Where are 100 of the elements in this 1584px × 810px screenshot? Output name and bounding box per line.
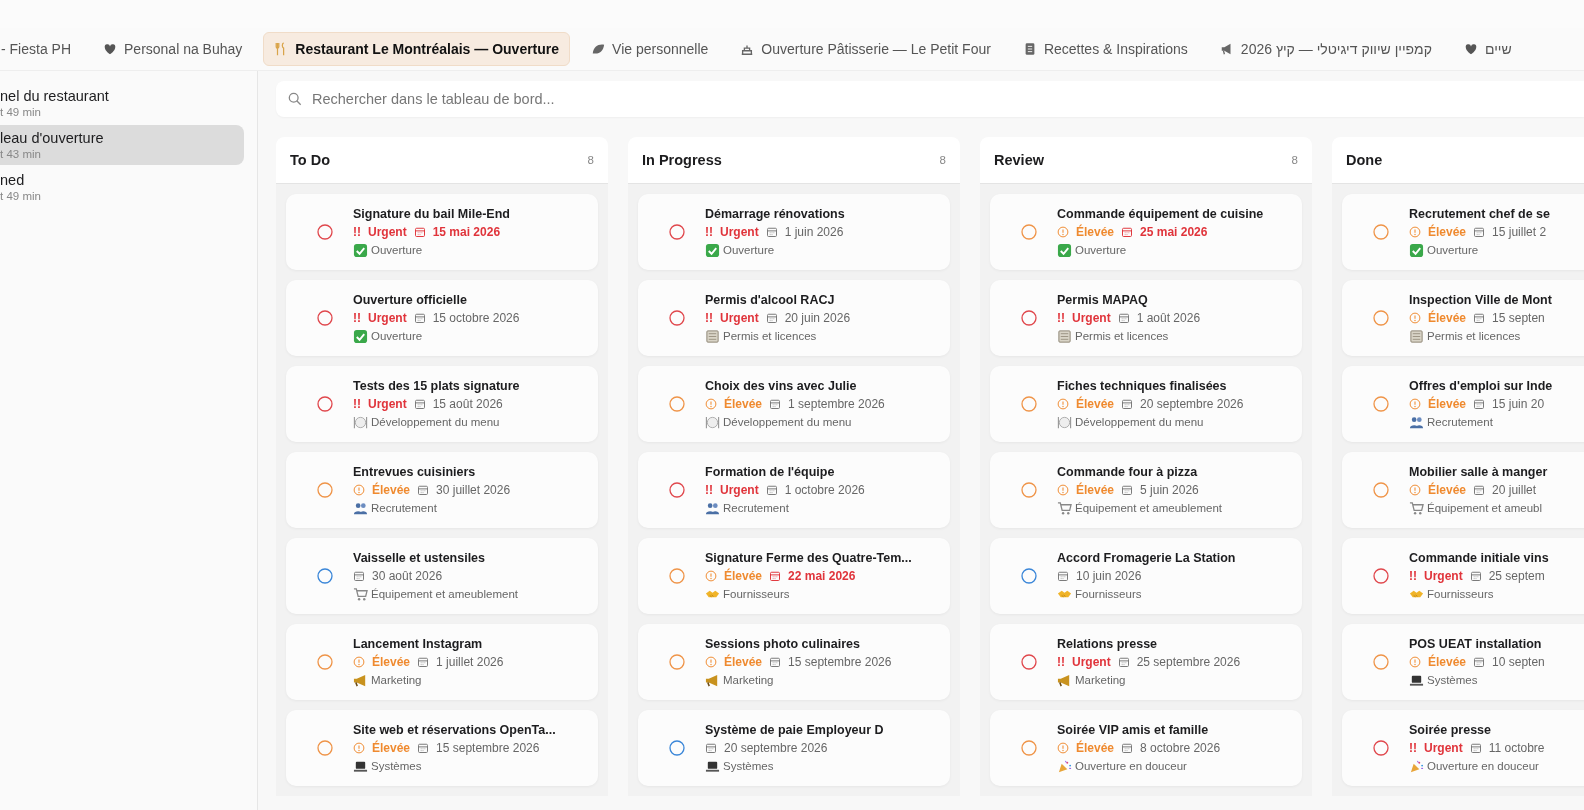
tab[interactable]: שיים — [1453, 32, 1523, 66]
status-circle[interactable] — [669, 654, 685, 670]
due-date: 20 juillet — [1492, 482, 1537, 497]
status-circle[interactable] — [669, 396, 685, 412]
task-title: Mobilier salle à manger — [1409, 464, 1548, 479]
status-circle[interactable] — [1021, 654, 1037, 670]
status-circle[interactable] — [317, 482, 333, 498]
due-date: 30 août 2026 — [372, 568, 443, 583]
task-card[interactable]: Mobilier salle à manger Élevée 20 juillet Équipement et ameubl — [1342, 452, 1584, 528]
status-circle[interactable] — [669, 310, 685, 326]
urgent-mark: !! — [1057, 654, 1065, 669]
task-card[interactable]: Soirée VIP amis et famille Élevée 8 octobre 2026 Ouverture en douceur — [990, 710, 1302, 786]
task-card[interactable]: Commande initiale vins !! Urgent 25 septem Fournisseurs — [1342, 538, 1584, 614]
due-date: 20 septembre 2026 — [724, 740, 828, 755]
status-circle[interactable] — [317, 740, 333, 756]
status-circle[interactable] — [317, 310, 333, 326]
task-card[interactable]: Tests des 15 plats signature !! Urgent 15 août 2026 Développement du menu — [286, 366, 598, 442]
task-card[interactable]: Système de paie Employeur D 20 septembre 2026 Systèmes — [638, 710, 950, 786]
task-count: 8 — [939, 154, 946, 166]
task-title: Commande équipement de cuisine — [1057, 206, 1264, 221]
tab[interactable]: Restaurant Le Montréalais — Ouverture — [263, 32, 571, 66]
status-circle[interactable] — [1021, 396, 1037, 412]
task-card[interactable]: Lancement Instagram Élevée 1 juillet 2026 Marketing — [286, 624, 598, 700]
tab[interactable]: Vie personnelle — [580, 32, 720, 66]
plate-icon — [1057, 414, 1072, 430]
category-label: Recrutement — [371, 502, 437, 514]
task-card[interactable]: Choix des vins avec Julie Élevée 1 septembre 2026 Développement du menu — [638, 366, 950, 442]
task-card[interactable]: Vaisselle et ustensiles 30 août 2026 Équipement et ameublement — [286, 538, 598, 614]
priority-label: Élevée — [1076, 482, 1115, 497]
priority-label: Urgent — [720, 482, 759, 497]
due-date: 1 juillet 2026 — [436, 654, 504, 669]
category-label: Systèmes — [723, 760, 774, 772]
due-date: 1 juin 2026 — [784, 224, 844, 239]
item-meta: t 43 min — [0, 148, 42, 160]
category-label: Développement du menu — [1075, 416, 1204, 428]
status-circle[interactable] — [669, 224, 685, 240]
task-card[interactable]: Inspection Ville de Mont Élevée 15 septen Permis et licences — [1342, 280, 1584, 356]
task-card[interactable]: Relations presse !! Urgent 25 septembre 2026 Marketing — [990, 624, 1302, 700]
item-title: leau d'ouverture — [0, 130, 105, 146]
task-card[interactable]: Fiches techniques finalisées Élevée 20 septembre 2026 Développement du menu — [990, 366, 1302, 442]
status-circle[interactable] — [1021, 740, 1037, 756]
tab[interactable]: Personal na Buhay — [92, 32, 254, 66]
priority-label: Élevée — [724, 568, 763, 583]
task-card[interactable]: Formation de l'équipe !! Urgent 1 octobre 2026 Recrutement — [638, 452, 950, 528]
status-circle[interactable] — [1021, 310, 1037, 326]
task-title: Démarrage rénovations — [705, 206, 845, 221]
sidebar-item[interactable]: nel du restaurant t 49 min — [0, 83, 244, 123]
task-card[interactable]: Recrutement chef de se Élevée 15 juillet 2 Ouverture — [1342, 194, 1584, 270]
heart-icon — [103, 42, 117, 56]
task-card[interactable]: Soirée presse !! Urgent 11 octobre Ouverture en douceur — [1342, 710, 1584, 786]
task-card[interactable]: Entrevues cuisiniers Élevée 30 juillet 2026 Recrutement — [286, 452, 598, 528]
status-circle[interactable] — [669, 482, 685, 498]
status-circle[interactable] — [1373, 568, 1389, 584]
tab[interactable]: קמפיין שיווק דיגיטלי — קיץ 2026 — [1208, 32, 1443, 66]
checkbox-icon — [1057, 242, 1072, 258]
task-card[interactable]: Site web et réservations OpenTa... Élevée 15 septembre 2026 Systèmes — [286, 710, 598, 786]
status-circle[interactable] — [1021, 568, 1037, 584]
priority-label: Élevée — [372, 482, 411, 497]
tab[interactable]: - Fiesta PH — [0, 32, 82, 66]
status-circle[interactable] — [1373, 740, 1389, 756]
task-card[interactable]: Commande four à pizza Élevée 5 juin 2026 Équipement et ameublement — [990, 452, 1302, 528]
due-date: 1 août 2026 — [1136, 310, 1201, 325]
status-circle[interactable] — [1021, 482, 1037, 498]
priority-label: Urgent — [368, 310, 407, 325]
status-circle[interactable] — [1373, 482, 1389, 498]
status-circle[interactable] — [317, 396, 333, 412]
status-circle[interactable] — [1373, 396, 1389, 412]
task-card[interactable]: Accord Fromagerie La Station 10 juin 2026 Fournisseurs — [990, 538, 1302, 614]
search-field[interactable]: Rechercher dans le tableau de bord... — [310, 90, 914, 108]
task-card[interactable]: Commande équipement de cuisine Élevée 25 mai 2026 Ouverture — [990, 194, 1302, 270]
status-circle[interactable] — [669, 740, 685, 756]
sidebar-item[interactable]: ned t 49 min — [0, 167, 244, 207]
task-card[interactable]: Signature Ferme des Quatre-Tem... Élevée 22 mai 2026 Fournisseurs — [638, 538, 950, 614]
tab[interactable]: Recettes & Inspirations — [1011, 32, 1199, 66]
task-card[interactable]: Sessions photo culinaires Élevée 15 septembre 2026 Marketing — [638, 624, 950, 700]
task-title: Fiches techniques finalisées — [1057, 378, 1228, 393]
task-card[interactable]: POS UEAT installation Élevée 10 septen Systèmes — [1342, 624, 1584, 700]
status-circle[interactable] — [1373, 310, 1389, 326]
status-circle[interactable] — [669, 568, 685, 584]
task-card[interactable]: Signature du bail Mile-End !! Urgent 15 mai 2026 Ouverture — [286, 194, 598, 270]
tab[interactable]: Ouverture Pâtisserie — Le Petit Four — [729, 32, 1002, 66]
due-date: 8 octobre 2026 — [1140, 740, 1221, 755]
task-card[interactable]: Démarrage rénovations !! Urgent 1 juin 2026 Ouverture — [638, 194, 950, 270]
task-card[interactable]: Offres d'emploi sur Inde Élevée 15 juin 20 Recrutement — [1342, 366, 1584, 442]
task-card[interactable]: Permis d'alcool RACJ !! Urgent 20 juin 2026 Permis et licences — [638, 280, 950, 356]
checkbox-icon — [1409, 242, 1424, 258]
due-date: 1 octobre 2026 — [784, 482, 865, 497]
status-circle[interactable] — [317, 224, 333, 240]
status-circle[interactable] — [1373, 654, 1389, 670]
status-circle[interactable] — [317, 568, 333, 584]
priority-label: Élevée — [1076, 224, 1115, 239]
sidebar-item[interactable]: leau d'ouverture t 43 min — [0, 125, 244, 165]
status-circle[interactable] — [317, 654, 333, 670]
task-title: Offres d'emploi sur Inde — [1409, 378, 1553, 393]
urgent-mark: !! — [705, 482, 713, 497]
task-card[interactable]: Permis MAPAQ !! Urgent 1 août 2026 Permis et licences — [990, 280, 1302, 356]
task-card[interactable]: Ouverture officielle !! Urgent 15 octobre 2026 Ouverture — [286, 280, 598, 356]
due-date: 15 septembre 2026 — [788, 654, 892, 669]
status-circle[interactable] — [1021, 224, 1037, 240]
status-circle[interactable] — [1373, 224, 1389, 240]
